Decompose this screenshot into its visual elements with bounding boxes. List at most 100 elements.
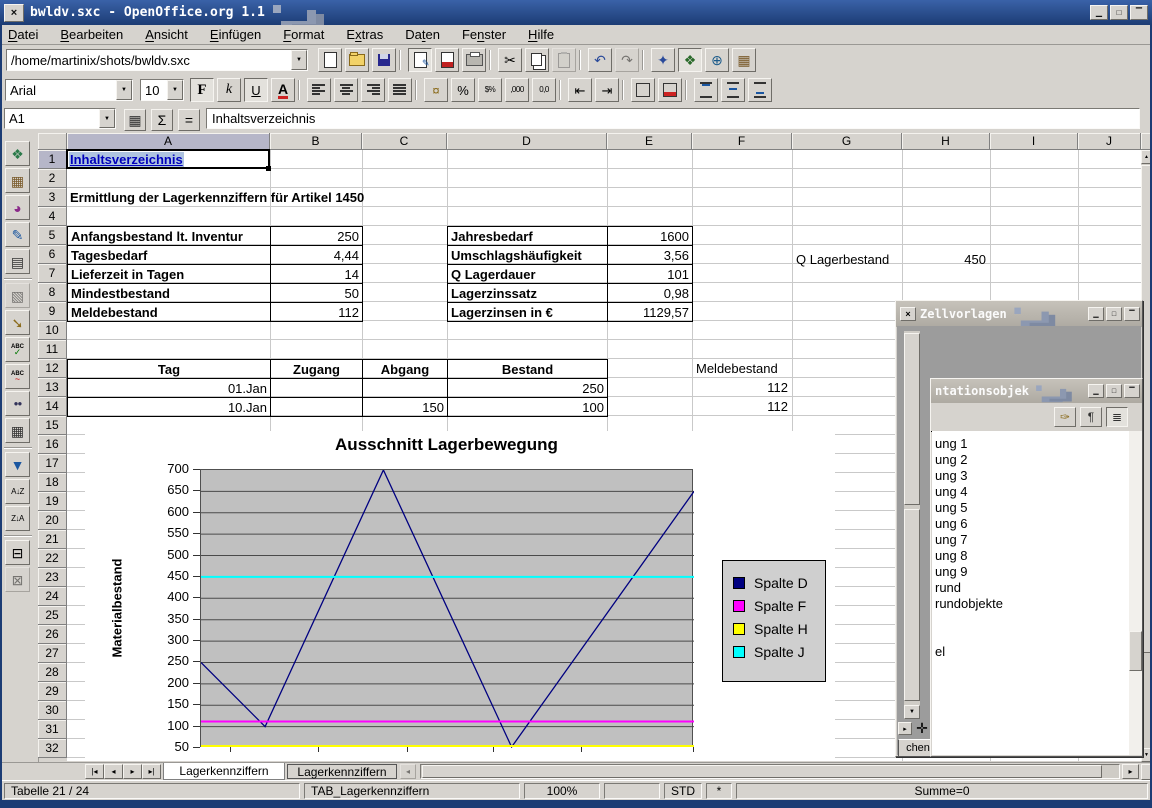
row-header-12[interactable]: 12	[38, 359, 67, 378]
scroll-right-icon[interactable]: ▸	[898, 722, 912, 735]
ungroup-icon[interactable]: ⊠	[5, 567, 30, 592]
row-header-16[interactable]: 16	[38, 435, 67, 454]
equals-icon[interactable]: =	[178, 109, 200, 131]
insert-object-icon[interactable]: ◕	[5, 195, 30, 220]
scrollbar-thumb[interactable]	[1129, 631, 1142, 671]
style-list-item-2[interactable]: ung 3	[935, 467, 968, 483]
row-header-32[interactable]: 32	[38, 739, 67, 758]
kpi-left-value-1[interactable]: 4,44	[270, 245, 363, 265]
column-header-b[interactable]: B	[270, 133, 362, 150]
align-bottom-button[interactable]	[748, 78, 772, 102]
underline-button[interactable]: U	[244, 78, 268, 102]
corner-header[interactable]	[38, 133, 67, 150]
column-header-f[interactable]: F	[692, 133, 792, 150]
row-header-3[interactable]: 3	[38, 188, 67, 207]
row-header-22[interactable]: 22	[38, 549, 67, 568]
row-header-6[interactable]: 6	[38, 245, 67, 264]
movement-cell-r1c2[interactable]: 150	[362, 397, 448, 417]
row-header-31[interactable]: 31	[38, 720, 67, 739]
active-cell-a1[interactable]: Inhaltsverzeichnis	[66, 149, 270, 169]
edit-file-icon[interactable]	[408, 48, 432, 72]
align-top-button[interactable]	[694, 78, 718, 102]
movement-cell-r1c0[interactable]: 10.Jan	[67, 397, 271, 417]
shade-button[interactable]: ▔	[1130, 5, 1148, 20]
cell-reference[interactable]: A1	[5, 111, 99, 126]
cell-q-lagerbestand-value[interactable]: 450	[902, 250, 986, 269]
menu-bearbeiten[interactable]: Bearbeiten	[60, 27, 123, 42]
save-icon[interactable]	[372, 48, 396, 72]
movement-header-bestand[interactable]: Bestand	[447, 359, 608, 379]
movement-cell-r0c3[interactable]: 250	[447, 378, 608, 398]
scrollbar-thumb[interactable]	[422, 765, 1102, 778]
group-icon[interactable]: ⊟	[5, 540, 30, 565]
bold-button[interactable]: F	[190, 78, 214, 102]
redo-icon[interactable]: ↷	[615, 48, 639, 72]
sort-descending-icon[interactable]: Z↓A	[5, 506, 30, 531]
new-style-from-selection-icon[interactable]: ¶	[1080, 407, 1102, 427]
kpi-left-label-2[interactable]: Lieferzeit in Tagen	[67, 264, 271, 284]
row-header-5[interactable]: 5	[38, 226, 67, 245]
column-header-a[interactable]: A	[67, 133, 270, 150]
update-style-icon[interactable]: ≣	[1106, 407, 1128, 427]
align-justify-button[interactable]	[388, 78, 412, 102]
kpi-right-label-3[interactable]: Lagerzinssatz	[447, 283, 608, 303]
movement-cell-r1c1[interactable]	[270, 397, 363, 417]
scrollbar-thumb[interactable]	[904, 509, 920, 701]
font-size-value[interactable]: 10	[141, 83, 167, 98]
row-header-27[interactable]: 27	[38, 644, 67, 663]
font-name-dropdown-icon[interactable]: ▼	[116, 80, 132, 100]
url-combobox[interactable]: /home/martinix/shots/bwldv.sxc ▼	[6, 49, 308, 71]
number-format-standard-button[interactable]: $%	[478, 78, 502, 102]
url-value[interactable]: /home/martinix/shots/bwldv.sxc	[7, 53, 291, 68]
row-header-23[interactable]: 23	[38, 568, 67, 587]
menu-extras[interactable]: Extras	[346, 27, 383, 42]
align-middle-button[interactable]	[721, 78, 745, 102]
fill-handle[interactable]	[266, 166, 271, 171]
insert-cells-icon[interactable]: ▦	[5, 168, 30, 193]
style-list-item-4[interactable]: ung 5	[935, 499, 968, 515]
row-header-26[interactable]: 26	[38, 625, 67, 644]
row-header-20[interactable]: 20	[38, 511, 67, 530]
row-header-29[interactable]: 29	[38, 682, 67, 701]
theme-selection-icon[interactable]: ➘	[5, 310, 30, 335]
row-header-24[interactable]: 24	[38, 587, 67, 606]
cell-q-lagerbestand-label[interactable]: Q Lagerbestand	[796, 250, 889, 269]
status-selection-mode[interactable]: STD	[664, 783, 702, 799]
cell-a3[interactable]: Ermittlung der Lagerkennziffern für Arti…	[70, 188, 364, 207]
row-header-15[interactable]: 15	[38, 416, 67, 435]
row-header-8[interactable]: 8	[38, 283, 67, 302]
autofilter-icon[interactable]: ▼	[5, 452, 30, 477]
style-list-item-5[interactable]: ung 6	[935, 515, 968, 531]
close-icon[interactable]: ×	[900, 307, 916, 321]
background-color-button[interactable]	[658, 78, 682, 102]
column-header-i[interactable]: I	[990, 133, 1078, 150]
kpi-left-value-3[interactable]: 50	[270, 283, 363, 303]
sort-ascending-icon[interactable]: A↓Z	[5, 479, 30, 504]
style-list-item-1[interactable]: ung 2	[935, 451, 968, 467]
export-pdf-icon[interactable]	[435, 48, 459, 72]
kpi-right-value-2[interactable]: 101	[607, 264, 693, 284]
cell-meldebestand-1[interactable]: 112	[692, 378, 788, 397]
movement-cell-r0c2[interactable]	[362, 378, 448, 398]
sum-icon[interactable]: Σ	[151, 109, 173, 131]
spellcheck-icon[interactable]: ABC✓	[5, 337, 30, 362]
last-sheet-icon[interactable]: ▸|	[142, 764, 161, 779]
autospellcheck-icon[interactable]: ABC~	[5, 364, 30, 389]
scroll-right-icon[interactable]: ▸	[1122, 764, 1139, 779]
kpi-right-label-4[interactable]: Lagerzinsen in €	[447, 302, 608, 322]
column-header-j[interactable]: J	[1078, 133, 1141, 150]
align-right-button[interactable]	[361, 78, 385, 102]
row-header-4[interactable]: 4	[38, 207, 67, 226]
kpi-left-label-1[interactable]: Tagesbedarf	[67, 245, 271, 265]
row-header-10[interactable]: 10	[38, 321, 67, 340]
kpi-left-value-4[interactable]: 112	[270, 302, 363, 322]
new-document-icon[interactable]	[318, 48, 342, 72]
stylist-icon[interactable]: ❖	[678, 48, 702, 72]
kpi-right-label-2[interactable]: Q Lagerdauer	[447, 264, 608, 284]
row-header-19[interactable]: 19	[38, 492, 67, 511]
menu-einfügen[interactable]: Einfügen	[210, 27, 261, 42]
kpi-left-label-0[interactable]: Anfangsbestand lt. Inventur	[67, 226, 271, 246]
style-list-item-0[interactable]: ung 1	[935, 435, 968, 451]
first-sheet-icon[interactable]: |◂	[85, 764, 104, 779]
align-left-button[interactable]	[307, 78, 331, 102]
